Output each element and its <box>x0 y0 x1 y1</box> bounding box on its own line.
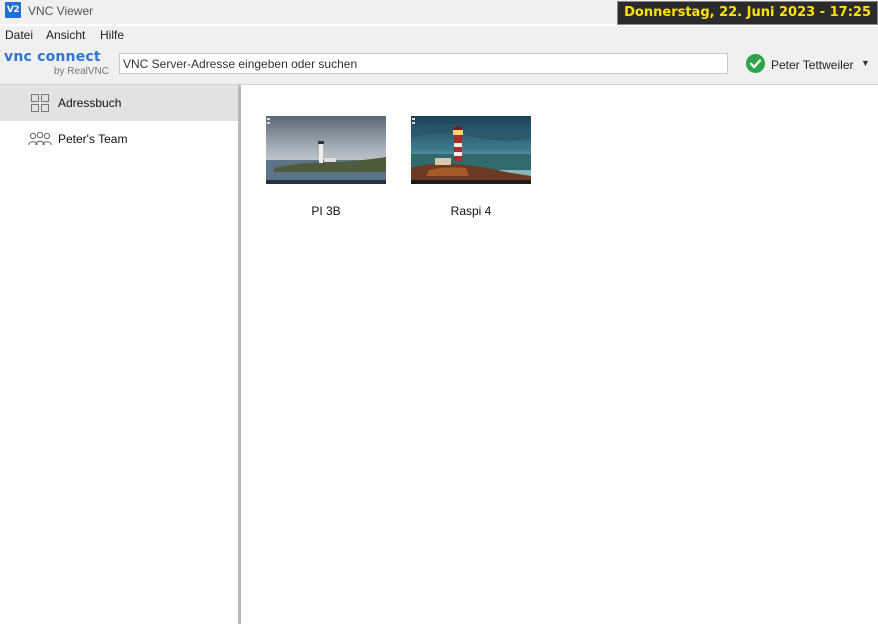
menu-datei[interactable]: Datei <box>5 28 33 42</box>
sidebar-item-label: Adressbuch <box>58 96 122 110</box>
vnc-connect-logo: vnc connect by RealVNC <box>4 49 112 81</box>
sidebar-item-adressbuch[interactable]: Adressbuch <box>0 85 238 121</box>
toolbar: vnc connect by RealVNC Peter Tettweiler … <box>0 44 878 85</box>
computer-name: PI 3B <box>311 204 341 218</box>
logo-main-text: vnc connect <box>4 49 101 65</box>
grid-icon <box>30 94 50 112</box>
datetime-overlay: Donnerstag, 22. Juni 2023 - 17:25 <box>617 1 878 25</box>
menu-hilfe[interactable]: Hilfe <box>100 28 124 42</box>
vnc-app-icon: V2 <box>5 2 21 18</box>
sidebar-item-peters-team[interactable]: Peter's Team <box>0 121 238 157</box>
address-book-pane: PI 3B Raspi 4 <box>241 85 878 624</box>
window-title: VNC Viewer <box>28 4 94 18</box>
sidebar-item-label: Peter's Team <box>58 132 128 146</box>
team-icon <box>28 130 52 148</box>
chevron-down-icon[interactable]: ▼ <box>861 58 870 68</box>
logo-sub-text: by RealVNC <box>53 66 109 77</box>
server-search-input[interactable] <box>119 53 728 74</box>
sidebar: Adressbuch Peter's Team <box>0 85 238 624</box>
user-name: Peter Tettweiler <box>771 58 854 72</box>
check-circle-icon <box>746 54 765 73</box>
computer-thumbnail <box>411 116 531 184</box>
menu-ansicht[interactable]: Ansicht <box>46 28 85 42</box>
computer-thumbnail <box>266 116 386 184</box>
menu-bar: Datei Ansicht Hilfe <box>0 26 878 44</box>
computer-name: Raspi 4 <box>450 204 492 218</box>
